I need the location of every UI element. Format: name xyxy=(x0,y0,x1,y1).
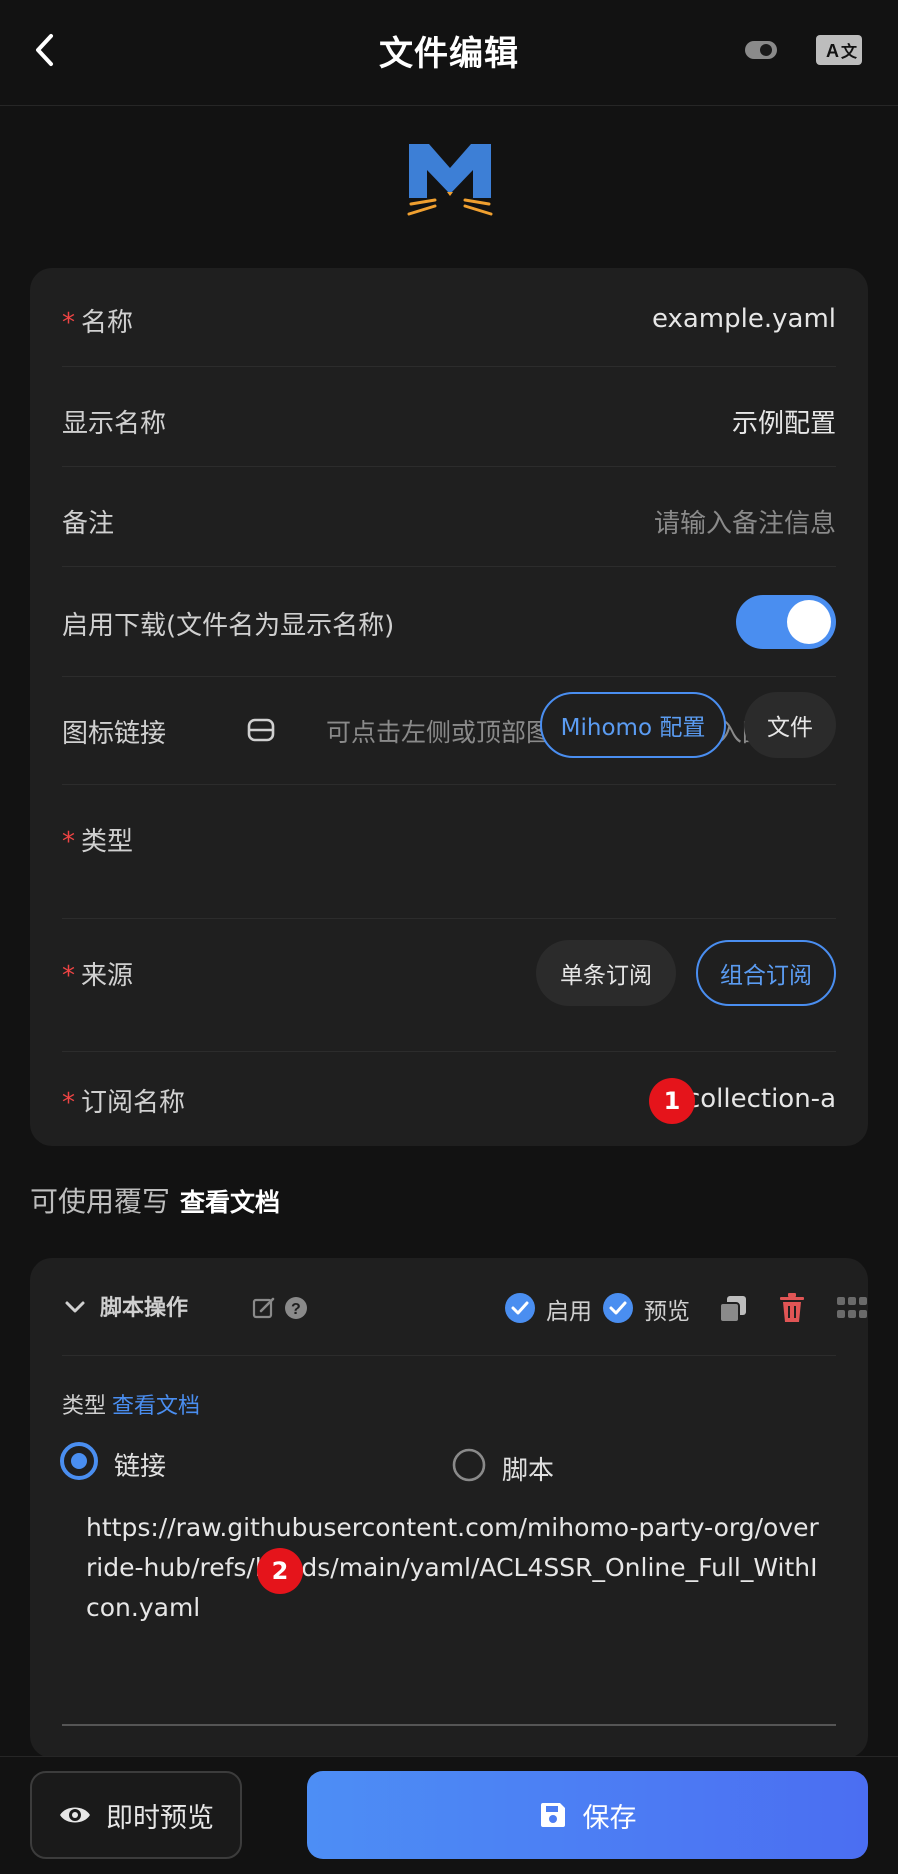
type-row: * 类型 xyxy=(62,785,836,919)
sub-name-row: * 订阅名称 collection-a xyxy=(62,1084,836,1118)
download-label: 启用下载(文件名为显示名称) xyxy=(62,611,395,641)
radio-link-selected[interactable] xyxy=(60,1442,98,1480)
name-input[interactable]: example.yaml xyxy=(652,304,836,334)
preview-check-icon[interactable] xyxy=(602,1292,634,1324)
override-section-title: 可使用覆写 查看文档 xyxy=(30,1185,281,1218)
svg-text:A: A xyxy=(826,41,839,61)
help-icon[interactable]: ? xyxy=(284,1296,308,1320)
bottom-action-bar: 即时预览 保存 xyxy=(0,1756,898,1874)
copy-icon[interactable] xyxy=(718,1294,748,1324)
remark-row: 备注 请输入备注信息 xyxy=(62,467,836,567)
source-label: 来源 xyxy=(81,961,134,991)
enable-check-icon[interactable] xyxy=(504,1292,536,1324)
override-url-textarea[interactable]: https://raw.githubusercontent.com/mihomo… xyxy=(86,1508,826,1628)
app-logo xyxy=(407,144,493,216)
eye-icon xyxy=(60,1807,90,1823)
type-option-mihomo[interactable]: Mihomo 配置 xyxy=(540,692,726,758)
override-title: 脚本操作 xyxy=(100,1296,189,1321)
image-library-icon[interactable] xyxy=(246,715,276,745)
url-field-underline xyxy=(62,1724,836,1726)
override-card: 脚本操作 ? 启用 预览 类型 查看文档 链接 脚本 https://raw.g… xyxy=(30,1258,868,1758)
source-option-single[interactable]: 单条订阅 xyxy=(536,940,676,1006)
save-button[interactable]: 保存 xyxy=(307,1771,868,1859)
toggle-icon[interactable] xyxy=(744,38,778,62)
svg-text:文: 文 xyxy=(841,42,858,61)
icon-link-label: 图标链接 xyxy=(62,719,167,749)
live-preview-button[interactable]: 即时预览 xyxy=(30,1771,242,1859)
save-icon xyxy=(540,1803,565,1827)
edit-icon[interactable] xyxy=(252,1296,276,1320)
save-label: 保存 xyxy=(582,1802,637,1834)
name-label: 名称 xyxy=(81,308,134,338)
name-row: * 名称 example.yaml xyxy=(62,268,836,367)
enable-label: 启用 xyxy=(546,1299,592,1325)
sub-name-select[interactable]: collection-a xyxy=(686,1084,836,1114)
download-switch[interactable] xyxy=(736,595,836,649)
radio-script[interactable] xyxy=(452,1448,486,1482)
remark-label: 备注 xyxy=(62,509,115,539)
svg-text:?: ? xyxy=(291,1301,301,1318)
mode-script-label: 脚本 xyxy=(502,1456,555,1486)
profile-form-card: * 名称 example.yaml 显示名称 示例配置 备注 请输入备注信息 启用… xyxy=(30,268,868,1146)
chevron-down-icon[interactable] xyxy=(62,1294,88,1320)
marker-badge-2: 2 xyxy=(257,1548,303,1594)
drag-handle-icon[interactable] xyxy=(836,1296,868,1320)
type-option-file[interactable]: 文件 xyxy=(744,692,836,758)
download-row: 启用下载(文件名为显示名称) xyxy=(62,567,836,677)
override-type-label: 类型 xyxy=(62,1394,107,1419)
switch-knob xyxy=(787,600,831,644)
override-doc-link[interactable]: 查看文档 xyxy=(180,1188,280,1217)
override-type-doc-link[interactable]: 查看文档 xyxy=(112,1394,200,1419)
display-name-row: 显示名称 示例配置 xyxy=(62,367,836,467)
sub-name-label: 订阅名称 xyxy=(81,1088,186,1118)
type-label: 类型 xyxy=(81,827,134,857)
override-type-line: 类型 查看文档 xyxy=(62,1388,200,1420)
header: 文件编辑 A 文 xyxy=(0,0,898,106)
live-preview-label: 即时预览 xyxy=(106,1802,214,1834)
display-name-input[interactable]: 示例配置 xyxy=(732,403,836,440)
display-name-label: 显示名称 xyxy=(62,409,167,439)
marker-badge-1: 1 xyxy=(649,1078,695,1124)
translate-icon[interactable]: A 文 xyxy=(815,34,863,66)
preview-label: 预览 xyxy=(644,1299,690,1325)
delete-icon[interactable] xyxy=(778,1292,806,1324)
mode-link-label: 链接 xyxy=(114,1452,167,1482)
remark-input[interactable]: 请输入备注信息 xyxy=(654,503,836,540)
override-header: 脚本操作 ? 启用 预览 xyxy=(62,1258,867,1356)
source-option-collection[interactable]: 组合订阅 xyxy=(696,940,836,1006)
page: 文件编辑 A 文 * 名称 example.yaml 显示名称 示例配置 备注 请… xyxy=(0,0,898,1874)
